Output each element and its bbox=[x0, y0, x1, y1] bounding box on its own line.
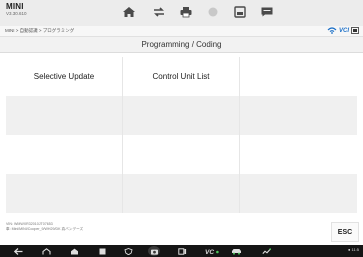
back-icon[interactable] bbox=[12, 246, 24, 256]
control-unit-list-button[interactable]: Control Unit List bbox=[123, 57, 240, 96]
grid-cell bbox=[6, 96, 123, 135]
shield-icon[interactable] bbox=[122, 246, 134, 256]
wifi-icon bbox=[327, 27, 337, 34]
vci-icon[interactable]: VC bbox=[204, 246, 220, 256]
system-navigation-bar: VC ● 11:5 bbox=[0, 245, 363, 257]
grid-cell bbox=[240, 96, 357, 135]
home-icon[interactable] bbox=[120, 4, 138, 20]
grid-cell bbox=[240, 135, 357, 174]
esc-button[interactable]: ESC bbox=[331, 222, 359, 242]
grid-row bbox=[6, 96, 357, 135]
top-toolbar: MINI V3.30.610 bbox=[0, 0, 363, 26]
brand-block: MINI V3.30.610 bbox=[6, 3, 27, 17]
home-outline-icon[interactable] bbox=[68, 246, 80, 256]
breadcrumb: MINI > 自動認識 > プログラミング bbox=[5, 28, 75, 33]
page-title: Programming / Coding bbox=[0, 37, 363, 53]
grid-cell bbox=[6, 135, 123, 174]
brand-name: MINI bbox=[6, 2, 24, 11]
chat-icon[interactable] bbox=[258, 4, 276, 20]
vci-label: VCI bbox=[338, 27, 349, 34]
grid-row bbox=[6, 174, 357, 213]
scan-icon[interactable] bbox=[176, 246, 188, 256]
house-icon[interactable] bbox=[40, 246, 52, 256]
vehicle-swap-icon[interactable] bbox=[150, 4, 168, 20]
car-icon[interactable] bbox=[230, 246, 242, 256]
battery-icon bbox=[351, 27, 359, 34]
svg-text:VC: VC bbox=[205, 249, 214, 255]
grid-row bbox=[6, 135, 357, 174]
app-version: V3.30.610 bbox=[6, 11, 27, 16]
save-icon[interactable] bbox=[231, 4, 249, 20]
system-status: ● 11:5 bbox=[347, 247, 359, 252]
grid-cell bbox=[240, 57, 357, 96]
selective-update-button[interactable]: Selective Update bbox=[6, 57, 123, 96]
grid-cell bbox=[123, 174, 240, 213]
grid-cell bbox=[6, 174, 123, 213]
vehicle-info: VIN: WMWXR32010JT07653 車: Mini/MINI/Coop… bbox=[6, 222, 83, 231]
vehicle-path-text: 車: Mini/MINI/Cooper_9/WH29/DK 真バンデーズ bbox=[6, 226, 84, 231]
recorder-icon[interactable] bbox=[260, 246, 272, 256]
grid-row: Selective Update Control Unit List bbox=[6, 57, 357, 96]
camera-icon[interactable] bbox=[148, 246, 160, 256]
function-grid: Selective Update Control Unit List bbox=[6, 57, 357, 213]
grid-cell bbox=[240, 174, 357, 213]
breadcrumb-bar: MINI > 自動認識 > プログラミング VCI bbox=[0, 26, 363, 37]
vci-status[interactable]: VCI bbox=[327, 27, 360, 34]
square-icon[interactable] bbox=[96, 246, 108, 256]
help-icon[interactable] bbox=[204, 4, 222, 20]
grid-cell bbox=[123, 135, 240, 174]
print-icon[interactable] bbox=[177, 4, 195, 20]
grid-cell bbox=[123, 96, 240, 135]
